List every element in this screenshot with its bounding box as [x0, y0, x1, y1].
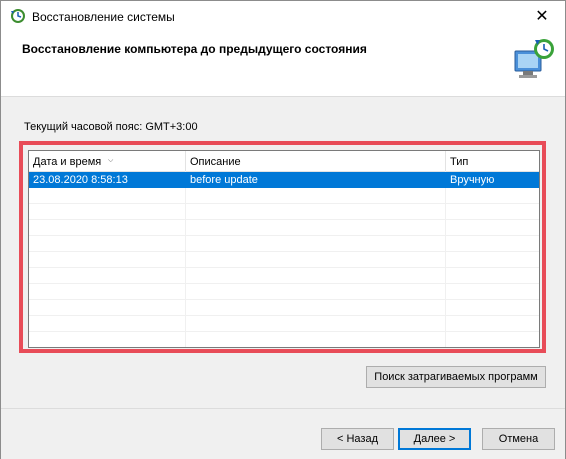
column-header-description[interactable]: Описание: [186, 151, 446, 171]
system-restore-window: Восстановление системы ✕ Восстановление …: [0, 0, 566, 459]
close-button[interactable]: ✕: [527, 3, 557, 29]
empty-row: [29, 332, 539, 347]
empty-row: [29, 188, 539, 204]
next-button[interactable]: Далее >: [398, 428, 471, 450]
scan-affected-programs-button[interactable]: Поиск затрагиваемых программ: [366, 366, 546, 388]
title-bar: Восстановление системы ✕: [1, 1, 565, 32]
back-button[interactable]: < Назад: [321, 428, 394, 450]
computer-restore-icon: [511, 37, 557, 83]
empty-row: [29, 300, 539, 316]
empty-row: [29, 204, 539, 220]
page-title: Восстановление компьютера до предыдущего…: [22, 42, 367, 56]
empty-row: [29, 252, 539, 268]
cancel-button[interactable]: Отмена: [482, 428, 555, 450]
cell-type: Вручную: [450, 174, 495, 186]
table-row[interactable]: 23.08.2020 8:58:13 before update Вручную: [29, 172, 539, 188]
cell-datetime: 23.08.2020 8:58:13: [33, 174, 128, 186]
empty-row: [29, 220, 539, 236]
content-area: Текущий часовой пояс: GMT+3:00 ⌵ Дата и …: [1, 96, 565, 409]
window-title: Восстановление системы: [32, 10, 175, 24]
table-header: ⌵ Дата и время Описание Тип: [29, 151, 539, 172]
sort-down-icon: ⌵: [108, 157, 114, 164]
footer-bar: < Назад Далее > Отмена: [1, 408, 565, 459]
empty-row: [29, 284, 539, 300]
column-header-datetime[interactable]: ⌵ Дата и время: [29, 151, 186, 171]
restore-points-table[interactable]: ⌵ Дата и время Описание Тип 23.08.2020 8…: [28, 150, 540, 348]
empty-row: [29, 316, 539, 332]
timezone-label: Текущий часовой пояс: GMT+3:00: [24, 121, 198, 133]
cell-description: before update: [190, 174, 258, 186]
empty-row: [29, 268, 539, 284]
close-icon: ✕: [535, 8, 549, 25]
header-area: Восстановление компьютера до предыдущего…: [1, 32, 565, 90]
column-header-type[interactable]: Тип: [446, 151, 539, 171]
highlight-frame: ⌵ Дата и время Описание Тип 23.08.2020 8…: [19, 141, 546, 353]
empty-row: [29, 236, 539, 252]
system-restore-icon: [9, 7, 27, 25]
